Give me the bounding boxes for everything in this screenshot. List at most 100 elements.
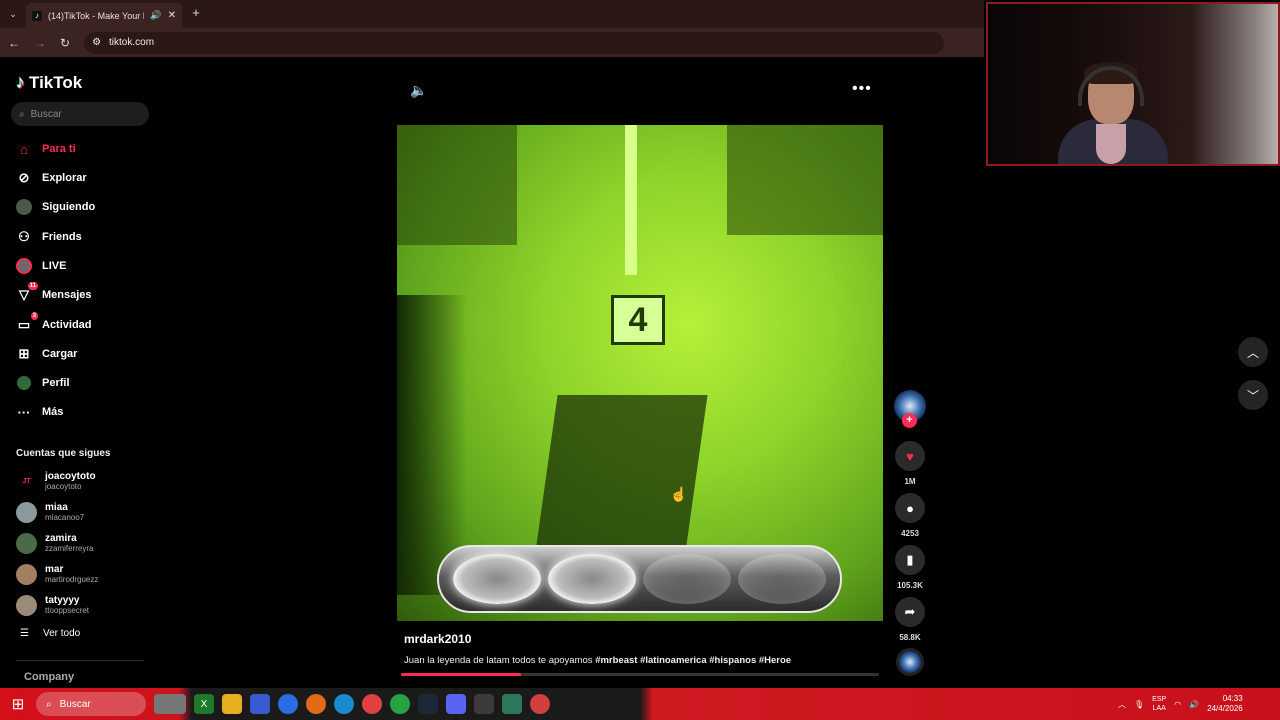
like-action[interactable]: ♥ 1M <box>894 441 926 486</box>
nav-explorar[interactable]: ⊘ Explorar <box>16 166 156 190</box>
see-all-link[interactable]: ☰ Ver todo <box>20 628 80 639</box>
whatsapp-icon[interactable] <box>390 694 410 714</box>
company-link[interactable]: Company <box>24 671 74 683</box>
taskbar-search[interactable]: ⌕ Buscar <box>36 692 146 716</box>
close-tab-icon[interactable]: ✕ <box>168 10 176 21</box>
sound-disc[interactable] <box>896 648 924 676</box>
browser-tab[interactable]: ♪ (14)TikTok - Make Your Day 🔊 ✕ <box>26 3 182 28</box>
followed-account[interactable]: miaa miacanoo7 <box>16 499 156 525</box>
app-icon[interactable] <box>474 694 494 714</box>
reload-icon[interactable]: ↻ <box>60 36 70 50</box>
comment-action[interactable]: ● 4253 <box>894 493 926 538</box>
video-caption: Juan la leyenda de latam todos te apoyam… <box>404 655 791 666</box>
share-icon[interactable]: ➦ <box>895 597 925 627</box>
nav-live[interactable]: LIVE <box>16 254 156 278</box>
avatar <box>16 501 37 523</box>
nav-perfil[interactable]: Perfil <box>16 371 156 395</box>
browser-toolbar: ← → ↻ ⚙ tiktok.com <box>0 28 984 57</box>
live-icon <box>16 258 32 274</box>
save-action[interactable]: ▮ 105.3K <box>894 545 926 590</box>
nav-siguiendo[interactable]: Siguiendo <box>16 195 156 219</box>
friends-icon: ⚇ <box>18 229 30 244</box>
lang-line1: ESP <box>1152 696 1167 703</box>
more-options-icon[interactable]: ••• <box>852 80 872 98</box>
nav-mas[interactable]: ··· Más <box>16 400 156 424</box>
nav-actividad[interactable]: ▭ 3 Actividad <box>16 312 156 337</box>
nav-para-ti[interactable]: ⌂ Para ti <box>16 137 156 161</box>
video-author[interactable]: mrdark2010 <box>404 632 471 646</box>
avatar <box>16 532 37 554</box>
steam-icon[interactable] <box>418 694 438 714</box>
xbox-icon[interactable]: X <box>194 694 214 714</box>
more-icon: ··· <box>17 404 31 420</box>
nav-cargar[interactable]: ⊞ Cargar <box>16 342 156 366</box>
followed-account[interactable]: zamira zzamiferreyra <box>16 530 156 556</box>
forward-arrow-icon[interactable]: → <box>34 36 46 50</box>
nav-label: Mensajes <box>42 289 92 301</box>
tray-chevron-up-icon[interactable]: ︿ <box>1118 699 1126 710</box>
tab-search-chevron-icon[interactable]: ⌄ <box>5 6 21 22</box>
address-bar[interactable]: ⚙ tiktok.com <box>84 31 945 54</box>
comment-icon[interactable]: ● <box>895 493 925 523</box>
nav-label: Explorar <box>42 172 87 184</box>
nav-label: LIVE <box>42 260 67 272</box>
url-text: tiktok.com <box>109 37 155 48</box>
search-input[interactable]: ⌕ Buscar <box>11 102 149 126</box>
language-indicator[interactable]: ESP LAA <box>1152 695 1166 713</box>
chrome-icon[interactable] <box>530 694 550 714</box>
lang-line2: LAA <box>1152 705 1166 712</box>
taskbar-widget-icon[interactable] <box>154 694 186 714</box>
progress-fill <box>401 673 521 676</box>
follow-plus-button[interactable]: + <box>902 413 917 428</box>
edge-icon[interactable] <box>278 694 298 714</box>
nav-label: Siguiendo <box>42 201 96 213</box>
caption-hashtags[interactable]: #mrbeast #latinoamerica #hispanos #Heroe <box>595 655 791 666</box>
account-name: zamira <box>45 532 77 544</box>
speaker-icon[interactable]: 🔊 <box>150 10 161 21</box>
chrome-icon[interactable] <box>362 694 382 714</box>
account-handle: joacoytoto <box>45 481 82 491</box>
video-player[interactable]: 4 <box>397 125 883 621</box>
back-arrow-icon[interactable]: ← <box>8 36 20 50</box>
video-overlay-bar <box>437 545 842 613</box>
wifi-icon[interactable]: ◠ <box>1174 700 1181 709</box>
site-settings-icon[interactable]: ⚙ <box>92 37 101 48</box>
video-progress-bar[interactable] <box>401 673 879 676</box>
share-action[interactable]: ➦ 58.8K <box>894 597 926 642</box>
browser-app-icon[interactable] <box>334 694 354 714</box>
nav-label: Actividad <box>42 319 92 331</box>
windows-start-icon[interactable]: ⊞ <box>0 688 36 720</box>
next-video-chevron-down-icon[interactable]: ﹀ <box>1238 380 1268 410</box>
search-icon: ⌕ <box>19 108 25 120</box>
previous-video-chevron-up-icon[interactable]: ︿ <box>1238 337 1268 367</box>
messages-badge: 11 <box>27 282 38 290</box>
app-icon[interactable] <box>502 694 522 714</box>
share-count: 58.8K <box>899 633 921 642</box>
microphone-icon[interactable]: 🎙 <box>1134 700 1144 709</box>
nav-label: Más <box>42 406 64 418</box>
blender-icon[interactable] <box>306 694 326 714</box>
avatar <box>16 594 37 616</box>
register-number-sign: 4 <box>611 295 665 345</box>
volume-icon[interactable]: 🔈 <box>410 82 427 99</box>
nav-friends[interactable]: ⚇ Friends <box>16 225 156 249</box>
tiktok-note-icon: ♪ <box>16 72 25 92</box>
file-explorer-icon[interactable] <box>222 694 242 714</box>
video-counter <box>536 395 708 545</box>
account-handle: martirodrguezz <box>45 574 99 584</box>
hand-cursor-icon: ☝ <box>670 486 688 502</box>
clock[interactable]: 04:33 24/4/2026 <box>1207 694 1243 714</box>
followed-account[interactable]: mar martirodrguezz <box>16 561 156 587</box>
webcam-overlay <box>986 2 1280 166</box>
bookmark-icon[interactable]: ▮ <box>895 545 925 575</box>
heart-icon[interactable]: ♥ <box>895 441 925 471</box>
nav-mensajes[interactable]: ▽ 11 Mensajes <box>16 282 156 307</box>
followed-account[interactable]: tatyyyy ttooppsecret <box>16 592 156 618</box>
tiktok-logo[interactable]: ♪ TikTok <box>16 72 82 93</box>
followed-account[interactable]: JT joacoytoto joacoytoto <box>16 468 156 494</box>
new-tab-plus-icon[interactable]: + <box>188 5 204 21</box>
store-icon[interactable] <box>250 694 270 714</box>
volume-tray-icon[interactable]: 🔊 <box>1189 700 1199 709</box>
discord-icon[interactable] <box>446 694 466 714</box>
video-pole <box>625 125 637 275</box>
